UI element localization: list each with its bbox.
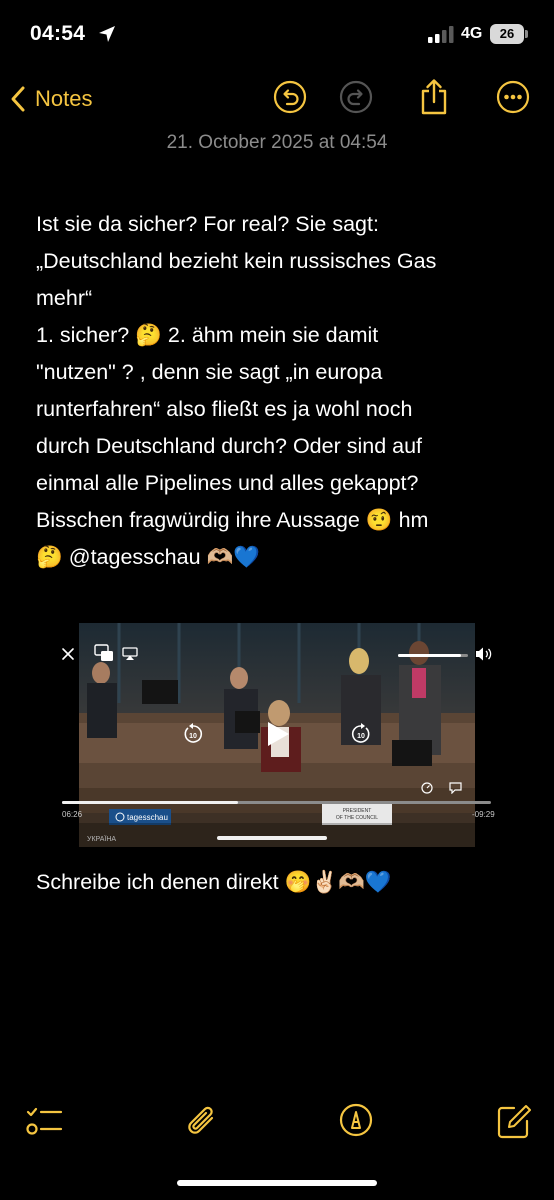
svg-text:10: 10 <box>189 733 197 740</box>
svg-text:PRESIDENT: PRESIDENT <box>343 808 372 814</box>
markup-pen-icon[interactable] <box>337 1102 377 1142</box>
checklist-icon[interactable] <box>25 1102 65 1142</box>
svg-text:OF THE COUNCIL: OF THE COUNCIL <box>336 815 378 821</box>
battery-level: 26 <box>490 24 524 44</box>
redo-icon[interactable] <box>339 80 373 114</box>
svg-text:10: 10 <box>357 733 365 740</box>
back-to-notes-button[interactable]: Notes <box>10 80 92 118</box>
video-progress-fill <box>62 801 238 804</box>
note-line: durch Deutschland durch? Oder sind auf <box>36 434 423 458</box>
airplay-icon[interactable] <box>122 647 138 661</box>
note-line: einmal alle Pipelines und alles gekappt? <box>36 471 419 495</box>
battery-icon: 26 <box>490 24 528 44</box>
more-options-icon[interactable] <box>496 80 530 114</box>
location-arrow-icon <box>99 26 115 42</box>
note-line[interactable]: Schreibe ich denen direkt 🤭✌🏻🫶🏼💙 <box>36 864 536 901</box>
video-remaining-time: -09:29 <box>472 810 495 819</box>
video-scrubber[interactable] <box>62 801 491 804</box>
volume-slider[interactable] <box>398 650 473 662</box>
playback-speed-icon[interactable] <box>421 782 433 794</box>
chevron-left-icon <box>11 86 25 112</box>
subtitles-icon[interactable] <box>449 782 462 794</box>
compose-new-note-icon[interactable] <box>494 1102 534 1142</box>
undo-icon[interactable] <box>273 80 307 114</box>
video-player[interactable]: PRESIDENT OF THE COUNCIL tagesschau УКРА… <box>79 623 475 847</box>
status-bar: 04:54 4G 26 <box>0 0 554 70</box>
note-text[interactable]: Ist sie da sicher? For real? Sie sagt: „… <box>36 206 536 576</box>
play-icon[interactable] <box>265 720 291 748</box>
note-line: 1. sicher? 🤔 2. ähm mein sie damit <box>36 323 379 347</box>
note-line: runterfahren“ also fließt es ja wohl noc… <box>36 397 413 421</box>
cellular-signal-icon <box>428 26 454 43</box>
note-line: Bisschen fragwürdig ihre Aussage 🤨 hm <box>36 508 429 532</box>
note-line: mehr“ <box>36 286 93 310</box>
note-line: Ist sie da sicher? For real? Sie sagt: <box>36 212 379 236</box>
home-indicator <box>177 1180 377 1186</box>
svg-text:tagesschau: tagesschau <box>127 813 168 822</box>
picture-in-picture-icon[interactable] <box>94 644 114 662</box>
network-type: 4G <box>461 25 483 42</box>
attachment-icon[interactable] <box>182 1102 222 1142</box>
video-home-indicator <box>217 836 327 840</box>
skip-forward-10-icon[interactable]: 10 <box>349 723 373 745</box>
note-line: „Deutschland bezieht kein russisches Gas <box>36 249 437 273</box>
volume-icon[interactable] <box>475 646 493 662</box>
share-icon[interactable] <box>418 78 450 116</box>
note-line: 🤔 @tagesschau 🫶🏼💙 <box>36 545 261 569</box>
note-line: "nutzen" ? , denn sie sagt „in europa <box>36 360 383 384</box>
close-video-icon[interactable] <box>58 644 78 664</box>
skip-back-10-icon[interactable]: 10 <box>181 723 205 745</box>
back-label: Notes <box>35 86 93 111</box>
video-elapsed-time: 06:26 <box>62 810 83 819</box>
status-time: 04:54 <box>30 22 86 45</box>
note-date: 21. October 2025 at 04:54 <box>166 132 388 153</box>
